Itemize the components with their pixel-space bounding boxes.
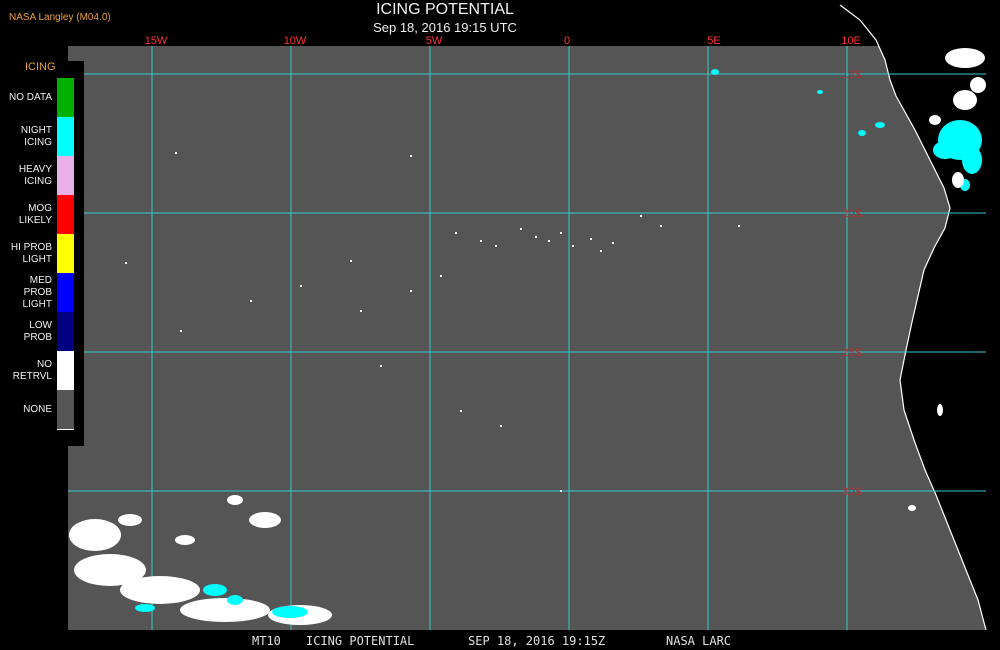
lon-label-15w: 15W [145, 35, 168, 47]
legend-item-label: NONE [23, 403, 52, 415]
legend-swatch [57, 273, 74, 312]
lon-label-5e: 5E [707, 35, 720, 47]
legend-item: LOW PROB [0, 312, 84, 351]
lon-label-10e: 10E [841, 35, 861, 47]
lon-label-5w: 5W [426, 35, 443, 47]
lat-label-30s: 30S [842, 486, 862, 498]
lat-label-15s: 15S [842, 69, 862, 81]
legend-title: ICING [25, 61, 56, 73]
footer-title: ICING POTENTIAL [306, 634, 415, 648]
legend-swatch [57, 195, 74, 234]
legend-item-label: MOG LIKELY [18, 202, 52, 226]
lat-label-20s: 20S [842, 208, 862, 220]
lat-label-25s: 25S [842, 347, 862, 359]
legend-item: MED PROB LIGHT [0, 273, 84, 312]
legend-item: NO DATA [0, 78, 84, 117]
legend-item-label: NIGHT ICING [20, 124, 52, 148]
lon-label-0: 0 [564, 35, 570, 47]
legend-item: HEAVY ICING [0, 156, 84, 195]
footer-bar: MT10 ICING POTENTIAL SEP 18, 2016 19:15Z… [0, 630, 1000, 650]
legend-swatch [57, 312, 74, 351]
legend-item-label: NO DATA [9, 91, 52, 103]
legend-swatch [57, 390, 74, 430]
legend-swatch [57, 117, 74, 156]
footer-agency: NASA LARC [666, 634, 732, 648]
legend-item-label: MED PROB LIGHT [22, 274, 52, 310]
legend-item-label: NO RETRVL [12, 358, 52, 382]
footer-datetime: SEP 18, 2016 19:15Z [468, 634, 606, 648]
map-background [68, 46, 986, 630]
legend-item: NONE [0, 390, 84, 430]
legend-item: HI PROB LIGHT [0, 234, 84, 273]
legend-swatch [57, 156, 74, 195]
legend-swatch [57, 351, 74, 390]
icing-map: 15W 10W 5W 0 5E 10E 15S 20S 25S 30S [68, 0, 1000, 631]
footer-product: MT10 [252, 634, 281, 648]
lon-label-10w: 10W [284, 35, 307, 47]
legend-swatch [57, 234, 74, 273]
legend: ICING NO DATA NIGHT ICING HEAVY ICING MOG L… [0, 61, 84, 446]
legend-item-label: HI PROB LIGHT [10, 241, 52, 265]
legend-item-label: LOW PROB [23, 319, 52, 343]
legend-swatch [57, 78, 74, 117]
legend-item: NO RETRVL [0, 351, 84, 390]
legend-item-label: HEAVY ICING [18, 163, 52, 187]
legend-item: MOG LIKELY [0, 195, 84, 234]
legend-item: NIGHT ICING [0, 117, 84, 156]
